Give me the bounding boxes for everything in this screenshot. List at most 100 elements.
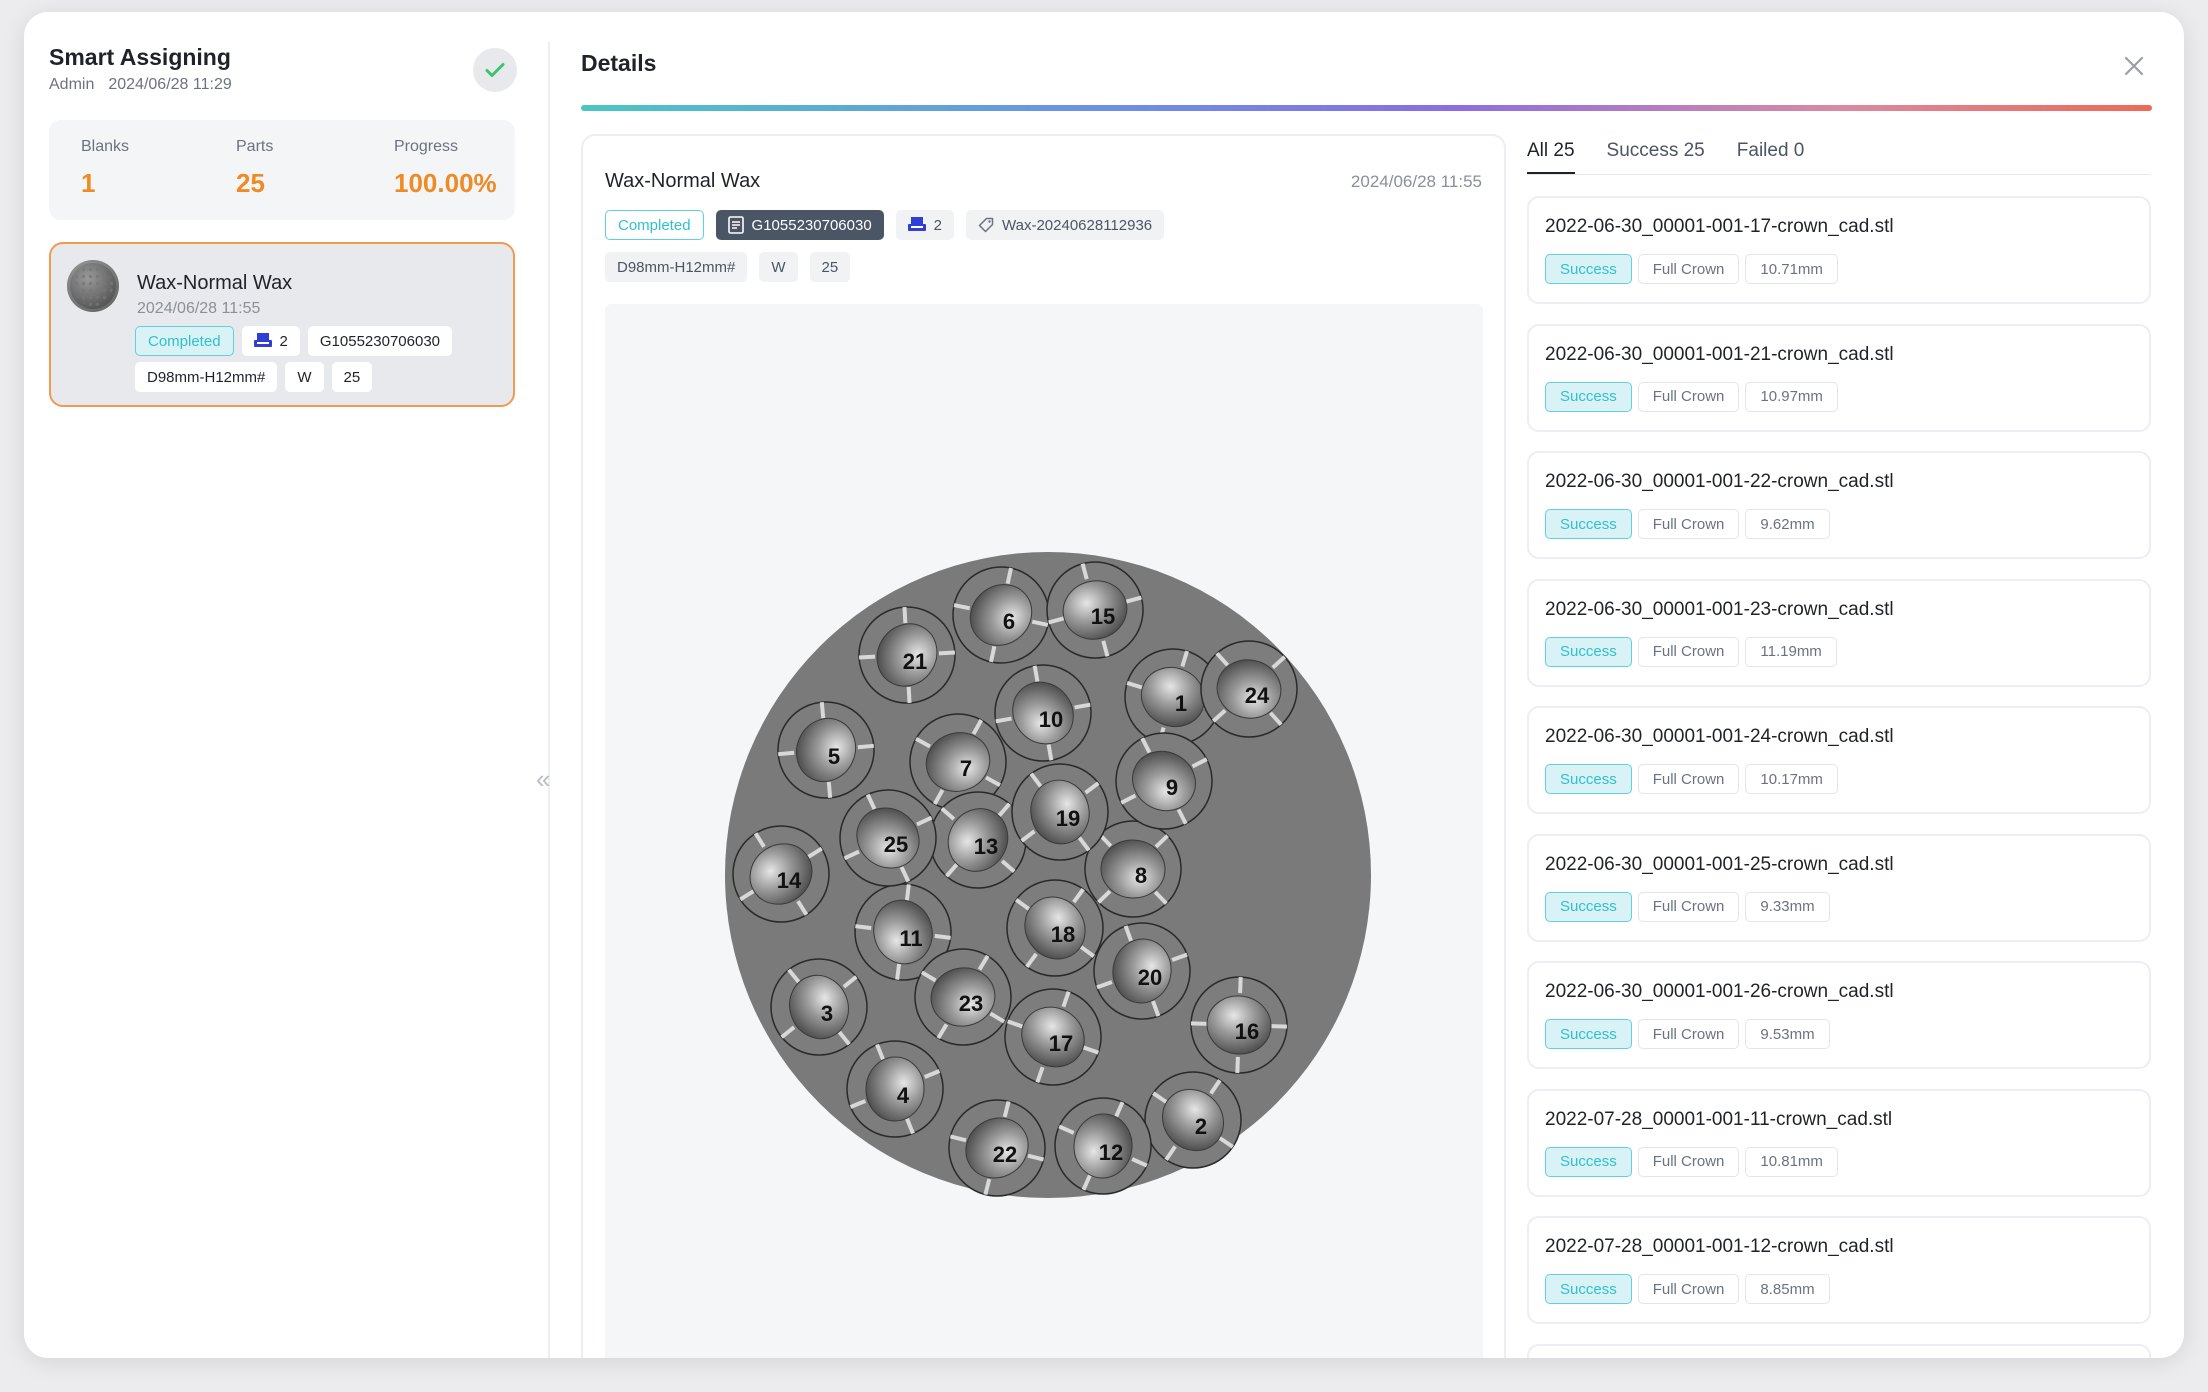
pane-divider	[548, 42, 550, 1358]
list-item[interactable]: 2022-06-30_00001-001-26-crown_cad.stl Suc…	[1527, 961, 2151, 1069]
part-type-tag: Full Crown	[1637, 891, 1740, 922]
part-height-tag: 8.85mm	[1745, 1274, 1830, 1304]
disc-name: Wax-Normal Wax	[605, 170, 761, 192]
size-tag: D98mm-H12mm#	[605, 252, 748, 282]
tooth-18: 18	[1006, 879, 1104, 977]
tooth-label: 7	[960, 756, 972, 781]
tooth-label: 25	[884, 832, 908, 857]
part-file-name: 2022-06-30_00001-001-24-crown_cad.stl	[1545, 726, 1894, 747]
printer-count-tag: 2	[241, 326, 300, 356]
job-specs-row: D98mm-H12mm# W 25	[135, 362, 373, 392]
tooth-17: 17	[1004, 988, 1102, 1086]
part-type-tag: Full Crown	[1637, 509, 1740, 539]
tooth-10: 10	[994, 664, 1092, 762]
tooth-label: 22	[993, 1142, 1017, 1167]
tooth-16: 16	[1190, 976, 1288, 1074]
status-badge: Success	[1545, 764, 1632, 794]
status-badge: Success	[1545, 891, 1632, 922]
part-tags-row: Success Full Crown 10.71mm	[1545, 254, 1838, 284]
tooth-label: 18	[1051, 922, 1075, 947]
list-item[interactable]: 2022-06-30_00001-001-21-crown_cad.stl Suc…	[1527, 323, 2151, 432]
tab-success[interactable]: Success 25	[1607, 140, 1705, 175]
double-chevron-left-icon[interactable]: «	[536, 764, 550, 795]
nesting-preview[interactable]: 1 2 3 4 5 6 7 8 9 10 11 12 13 14 15 16 17 18 19 20 21 22 23 24 2…	[605, 304, 1483, 1358]
tooth-label: 20	[1138, 965, 1162, 990]
status-badge: Success	[1545, 1274, 1632, 1304]
tooth-label: 21	[903, 649, 927, 674]
part-file-name: 2022-07-28_00001-001-11-crown_cad.stl	[1545, 1108, 1893, 1130]
tooth-label: 14	[777, 868, 802, 893]
job-name: Wax-Normal Wax	[137, 272, 293, 294]
tooth-21: 21	[858, 606, 956, 704]
part-type-tag: Full Crown	[1637, 636, 1740, 667]
tooth-4: 4	[846, 1040, 944, 1138]
size-tag: D98mm-H12mm#	[135, 362, 278, 392]
list-item[interactable]: 2022-06-30_00001-001-22-crown_cad.stl Suc…	[1527, 451, 2151, 559]
disc-time: 2024/06/28 11:55	[1350, 172, 1482, 191]
part-height-tag: 10.17mm	[1745, 764, 1838, 794]
tooth-label: 16	[1235, 1019, 1259, 1044]
status-badge: Success	[1545, 1146, 1632, 1177]
tooth-label: 13	[974, 834, 998, 859]
task-user: Admin	[49, 76, 95, 93]
tooth-label: 24	[1245, 683, 1270, 708]
part-file-name: 2022-06-30_00001-001-26-crown_cad.stl	[1545, 981, 1894, 1002]
tooth-14: 14	[732, 825, 830, 923]
status-badge: Success	[1545, 1019, 1632, 1049]
tooth-5: 5	[777, 701, 875, 799]
job-id-tag: G1055230706030	[307, 326, 453, 356]
part-height-tag: 9.62mm	[1745, 509, 1830, 539]
list-item[interactable]: 2022-07-28_00001-001-11-crown_cad.stl Suc…	[1527, 1088, 2151, 1197]
tooth-label: 4	[897, 1083, 910, 1108]
status-badge: Success	[1545, 254, 1632, 284]
tooth-label: 23	[959, 991, 983, 1016]
part-file-name: 2022-06-30_00001-001-21-crown_cad.stl	[1545, 343, 1894, 365]
close-icon[interactable]	[2116, 48, 2152, 84]
part-tags-row: Success Full Crown 9.62mm	[1545, 509, 1830, 539]
tooth-label: 12	[1099, 1140, 1123, 1165]
task-title: Smart Assigning	[49, 44, 231, 70]
tooth-label: 8	[1135, 863, 1147, 888]
job-card-selected[interactable]: Wax-Normal Wax 2024/06/28 11:55 Complete…	[49, 242, 515, 407]
stat-blanks: Blanks 1	[81, 138, 130, 198]
part-list[interactable]: 2022-06-30_00001-001-17-crown_cad.stl Suc…	[1527, 196, 2151, 1358]
list-item[interactable]: 2022-06-30_00001-001-24-crown_cad.stl Suc…	[1527, 706, 2151, 814]
tooth-2: 2	[1144, 1071, 1242, 1169]
disc-specs-row: D98mm-H12mm# W 25	[605, 252, 851, 282]
part-tags-row: Success Full Crown 11.19mm	[1545, 636, 1837, 667]
printer-icon	[907, 217, 926, 231]
file-icon	[727, 216, 744, 234]
list-item[interactable]	[1527, 1343, 2151, 1358]
tab-failed[interactable]: Failed 0	[1737, 140, 1805, 175]
list-item[interactable]: 2022-06-30_00001-001-17-crown_cad.stl Suc…	[1527, 196, 2151, 304]
tooth-label: 17	[1049, 1031, 1073, 1056]
stats-summary: Blanks 1 Parts 25 Progress 100.00%	[49, 120, 515, 220]
tooth-9: 9	[1115, 732, 1213, 830]
tooth-label: 19	[1056, 806, 1080, 831]
tooth-label: 3	[821, 1001, 833, 1026]
part-file-name: 2022-07-28_00001-001-12-crown_cad.stl	[1545, 1236, 1894, 1257]
check-icon	[473, 48, 517, 92]
tooth-22: 22	[948, 1099, 1046, 1197]
part-height-tag: 10.81mm	[1745, 1146, 1838, 1177]
list-item[interactable]: 2022-06-30_00001-001-23-crown_cad.stl Suc…	[1527, 578, 2151, 687]
status-badge: Completed	[605, 210, 704, 240]
tooth-25: 25	[839, 789, 937, 887]
part-tags-row: Success Full Crown 9.53mm	[1545, 1019, 1830, 1049]
list-item[interactable]: 2022-07-28_00001-001-12-crown_cad.stl Suc…	[1527, 1216, 2151, 1324]
tooth-label: 1	[1175, 691, 1187, 716]
tab-all[interactable]: All 25	[1527, 140, 1575, 175]
result-tabs: All 25 Success 25 Failed 0	[1527, 140, 1804, 175]
disc-detail-card: Wax-Normal Wax 2024/06/28 11:55 Complete…	[581, 134, 1506, 1358]
part-tags-row: Success Full Crown 10.97mm	[1545, 381, 1838, 412]
status-badge: Success	[1545, 636, 1632, 667]
tabs-underline	[1527, 174, 2151, 175]
disc-label-tag: Wax-20240628112936	[966, 210, 1165, 240]
parts-tag: 25	[331, 362, 373, 392]
part-file-name: 2022-06-30_00001-001-17-crown_cad.stl	[1545, 216, 1894, 237]
part-file-name: 2022-06-30_00001-001-22-crown_cad.stl	[1545, 471, 1894, 492]
disc-id-tag: G1055230706030	[715, 210, 884, 240]
list-item[interactable]: 2022-06-30_00001-001-25-crown_cad.stl Suc…	[1527, 833, 2151, 942]
disc-tags-row: Completed G1055230706030 2 Wax-202406281…	[605, 210, 1165, 240]
milling-disc-image: 1234567891011121314151617181920212223242…	[725, 552, 1371, 1198]
